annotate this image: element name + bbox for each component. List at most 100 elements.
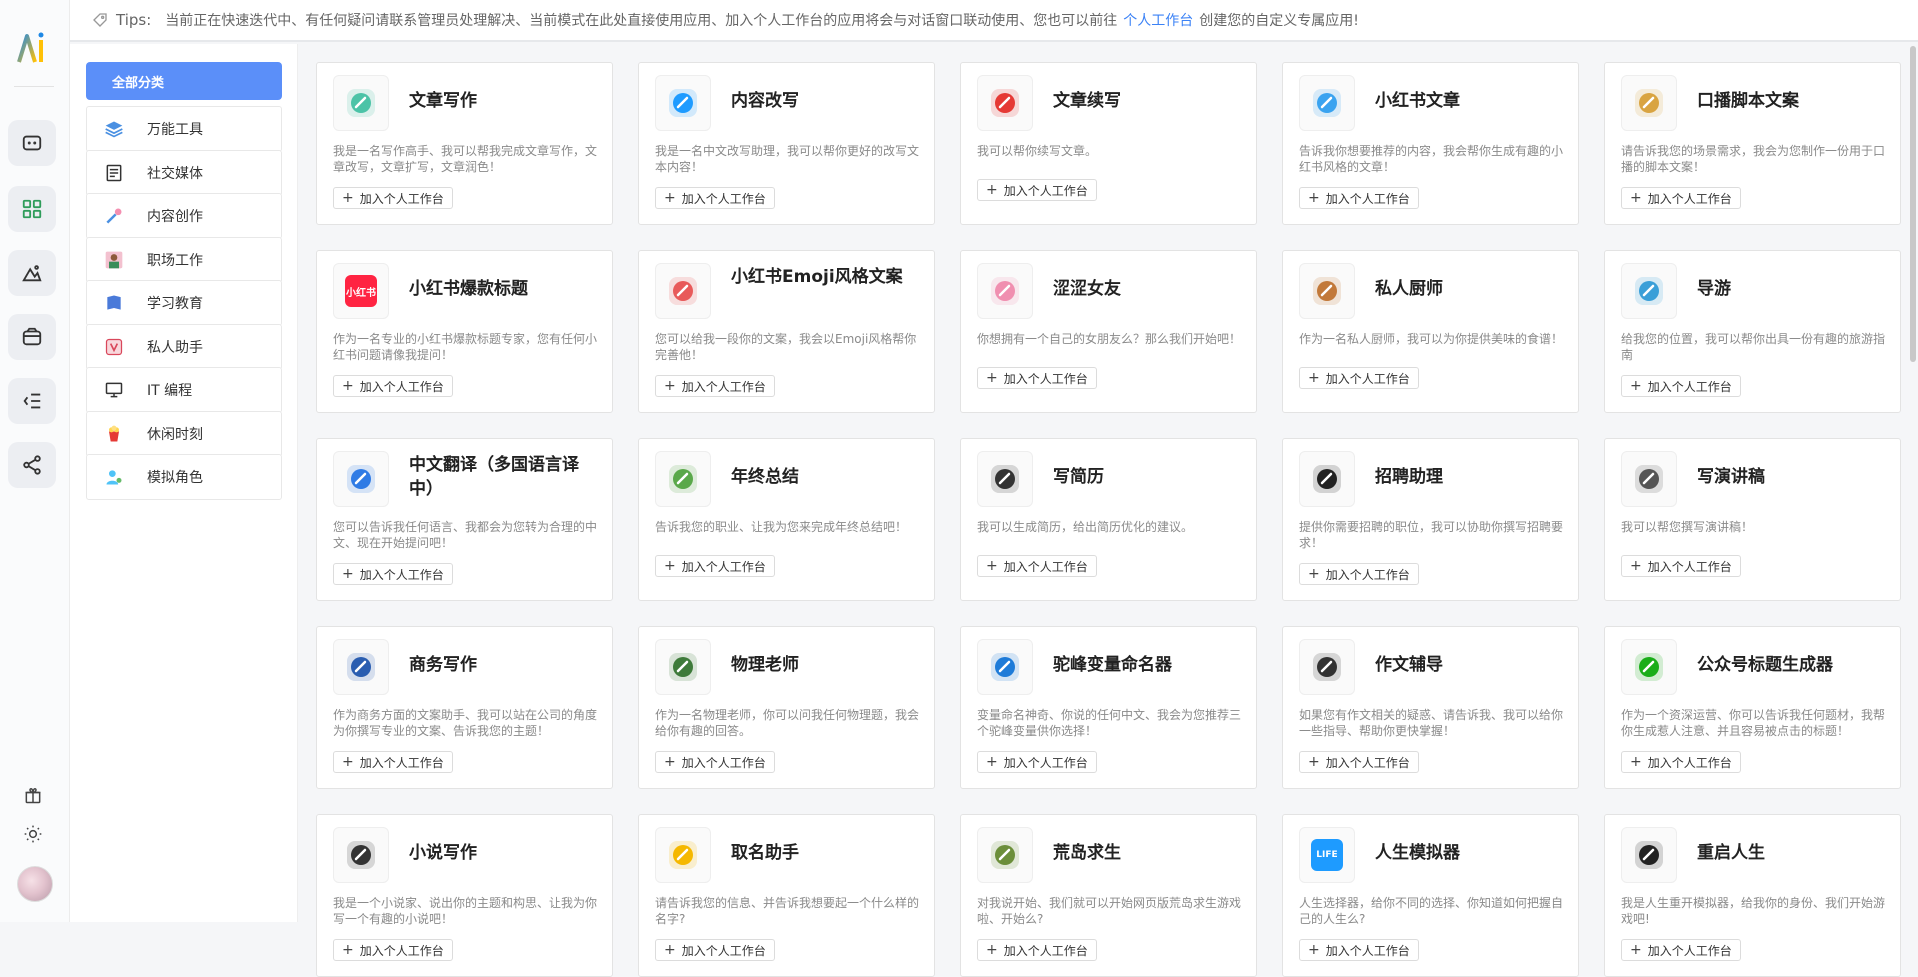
category-item[interactable]: 职场工作: [86, 236, 282, 283]
app-card[interactable]: 小红书Emoji风格文案 您可以给我一段你的文案，我会以Emoji风格帮你完善他！…: [638, 250, 935, 413]
ai-logo[interactable]: [16, 30, 52, 66]
app-card[interactable]: 私人厨师 作为一名私人厨师，我可以为你提供美味的食谱！ + 加入个人工作台: [1282, 250, 1579, 413]
add-to-workbench-button[interactable]: + 加入个人工作台: [333, 375, 453, 397]
category-all-button[interactable]: 全部分类: [86, 62, 282, 100]
app-card[interactable]: 文章续写 我可以帮你续写文章。 + 加入个人工作台: [960, 62, 1257, 225]
add-to-workbench-button[interactable]: + 加入个人工作台: [977, 939, 1097, 961]
category-item[interactable]: IT 编程: [86, 367, 282, 413]
theme-toggle-button[interactable]: [22, 823, 44, 845]
scrollbar[interactable]: [1910, 46, 1916, 362]
category-item[interactable]: 私人助手: [86, 323, 282, 370]
add-to-workbench-button[interactable]: + 加入个人工作台: [1299, 367, 1419, 389]
app-card[interactable]: 重启人生 我是人生重开模拟器，给我你的身份、我们开始游戏吧! + 加入个人工作台: [1604, 814, 1901, 977]
app-card[interactable]: 导游给我您的位置，我可以帮你出具一份有趣的旅游指南 + 加入个人工作台: [1604, 250, 1901, 413]
category-item[interactable]: 社交媒体: [86, 149, 282, 196]
app-title: 小红书爆款标题: [409, 279, 528, 299]
add-label: 加入个人工作台: [1003, 755, 1088, 770]
book-icon: [103, 292, 125, 314]
app-card[interactable]: 作文辅导 如果您有作文相关的疑惑、请告诉我、我可以给你一些指导、帮助你更快掌握！ +…: [1282, 626, 1579, 789]
girl-avatar-icon: [655, 263, 711, 319]
app-description: 作为商务方面的文案助手、我可以站在公司的角度为你撰写专业的文案、告诉我您的主题！: [333, 708, 598, 738]
add-to-workbench-button[interactable]: + 加入个人工作台: [333, 751, 453, 773]
summary-icon: [655, 451, 711, 507]
naming-icon: [655, 827, 711, 883]
app-card[interactable]: 口播脚本文案 请告诉我您的场景需求，我会为您制作一份用于口播的脚本文案！ + 加入个人…: [1604, 62, 1901, 225]
app-card[interactable]: 招聘助理 提供你需要招聘的职位，我可以协助你撰写招聘要求！ + 加入个人工作台: [1282, 438, 1579, 601]
add-to-workbench-button[interactable]: + 加入个人工作台: [1621, 751, 1741, 773]
add-to-workbench-button[interactable]: + 加入个人工作台: [1621, 187, 1741, 209]
add-to-workbench-button[interactable]: + 加入个人工作台: [333, 187, 453, 209]
app-card[interactable]: 物理老师 作为一名物理老师，你可以问我任何物理题，我会给你有趣的回答。 + 加入个人工…: [638, 626, 935, 789]
menu-nav-button[interactable]: [8, 378, 56, 424]
add-label: 加入个人工作台: [1003, 943, 1088, 958]
gift-button[interactable]: [22, 784, 44, 806]
add-to-workbench-button[interactable]: + 加入个人工作台: [1621, 939, 1741, 961]
add-to-workbench-button[interactable]: + 加入个人工作台: [977, 367, 1097, 389]
add-to-workbench-button[interactable]: + 加入个人工作台: [1299, 939, 1419, 961]
app-card[interactable]: 写演讲稿 我可以帮您撰写演讲稿！ + 加入个人工作台: [1604, 438, 1901, 601]
category-item[interactable]: 万能工具: [86, 106, 282, 152]
wallet-nav-button[interactable]: [8, 314, 56, 360]
plant-icon: [655, 639, 711, 695]
app-description: 作为一名物理老师，你可以问我任何物理题，我会给你有趣的回答。: [655, 708, 920, 738]
image-nav-button[interactable]: [8, 250, 56, 296]
category-item[interactable]: 模拟角色: [86, 454, 282, 500]
category-item[interactable]: 学习教育: [86, 280, 282, 326]
app-description: 我是一个小说家、说出你的主题和构思、让我为你写一个有趣的小说吧！: [333, 896, 598, 926]
app-card[interactable]: 小说写作 我是一个小说家、说出你的主题和构思、让我为你写一个有趣的小说吧！ + 加入个…: [316, 814, 613, 977]
app-card[interactable]: 荒岛求生 对我说开始、我们就可以开始网页版荒岛求生游戏啦、开始么? + 加入个人工作台: [960, 814, 1257, 977]
add-to-workbench-button[interactable]: + 加入个人工作台: [1299, 751, 1419, 773]
add-to-workbench-button[interactable]: + 加入个人工作台: [333, 939, 453, 961]
plus-icon: +: [664, 190, 676, 206]
xiaohongshu-icon: 小红书: [333, 263, 389, 319]
share-nav-button[interactable]: [8, 442, 56, 488]
app-card[interactable]: 小红书文章 告诉我你想要推荐的内容，我会帮你生成有趣的小红书风格的文章！ + 加入个人…: [1282, 62, 1579, 225]
add-to-workbench-button[interactable]: + 加入个人工作台: [1299, 187, 1419, 209]
add-to-workbench-button[interactable]: + 加入个人工作台: [977, 555, 1097, 577]
add-to-workbench-button[interactable]: + 加入个人工作台: [1299, 563, 1419, 585]
add-to-workbench-button[interactable]: + 加入个人工作台: [655, 939, 775, 961]
app-card[interactable]: 内容改写 我是一名中文改写助理，我可以帮你更好的改写文本内容！ + 加入个人工作台: [638, 62, 935, 225]
add-to-workbench-button[interactable]: + 加入个人工作台: [655, 375, 775, 397]
app-card[interactable]: 中文翻译（多国语言译中） 您可以告诉我任何语言、我都会为您转为合理的中文、现在开始…: [316, 438, 613, 601]
app-card[interactable]: 商务写作 作为商务方面的文案助手、我可以站在公司的角度为你撰写专业的文案、告诉我您…: [316, 626, 613, 789]
app-card[interactable]: 涩涩女友 你想拥有一个自己的女朋友么？那么我们开始吧！ + 加入个人工作台: [960, 250, 1257, 413]
apps-nav-button[interactable]: [8, 186, 56, 232]
app-card[interactable]: 小红书 小红书爆款标题 作为一名专业的小红书爆款标题专家，您有任何小红书问题请像我提…: [316, 250, 613, 413]
app-card[interactable]: 驼峰变量命名器 变量命名神奇、你说的任何中文、我会为您推荐三个驼峰变量供你选择！ +…: [960, 626, 1257, 789]
app-description: 告诉我您的职业、让我为您来完成年终总结吧！: [655, 520, 908, 534]
app-title: 导游: [1697, 279, 1731, 299]
category-item[interactable]: 内容创作: [86, 193, 282, 239]
app-card[interactable]: LIFE 人生模拟器 人生选择器，给你不同的选择、你知道如何把握自己的人生么? + 加入…: [1282, 814, 1579, 977]
add-label: 加入个人工作台: [359, 379, 444, 394]
chat-nav-button[interactable]: [8, 120, 56, 166]
app-description: 给我您的位置，我可以帮你出具一份有趣的旅游指南: [1621, 332, 1886, 362]
personal-workbench-link[interactable]: 个人工作台: [1123, 10, 1193, 30]
app-title: 涩涩女友: [1053, 279, 1121, 299]
add-label: 加入个人工作台: [1647, 379, 1732, 394]
add-to-workbench-button[interactable]: + 加入个人工作台: [977, 179, 1097, 201]
user-avatar[interactable]: [17, 866, 53, 902]
add-to-workbench-button[interactable]: + 加入个人工作台: [1621, 555, 1741, 577]
add-to-workbench-button[interactable]: + 加入个人工作台: [655, 555, 775, 577]
app-description: 请告诉我您的信息、并告诉我想要起一个什么样的名字?: [655, 896, 920, 926]
app-card[interactable]: 取名助手请告诉我您的信息、并告诉我想要起一个什么样的名字? + 加入个人工作台: [638, 814, 935, 977]
add-to-workbench-button[interactable]: + 加入个人工作台: [333, 563, 453, 585]
app-card[interactable]: 公众号标题生成器 作为一个资深运营、你可以告诉我任何题材，我帮你生成惹人注意、并且…: [1604, 626, 1901, 789]
add-label: 加入个人工作台: [681, 943, 766, 958]
plus-icon: +: [986, 754, 998, 770]
app-card[interactable]: 文章写作 我是一名写作高手、我可以帮我完成文章写作，文章改写，文章扩写，文章润色！…: [316, 62, 613, 225]
app-title: 取名助手: [731, 843, 799, 863]
add-to-workbench-button[interactable]: + 加入个人工作台: [977, 751, 1097, 773]
add-label: 加入个人工作台: [359, 567, 444, 582]
app-card[interactable]: 写简历 我可以生成简历，给出简历优化的建议。 + 加入个人工作台: [960, 438, 1257, 601]
add-to-workbench-button[interactable]: + 加入个人工作台: [655, 751, 775, 773]
app-card[interactable]: 年终总结 告诉我您的职业、让我为您来完成年终总结吧！ + 加入个人工作台: [638, 438, 935, 601]
add-to-workbench-button[interactable]: + 加入个人工作台: [1621, 375, 1741, 397]
tips-text: 当前正在快速迭代中、有任何疑问请联系管理员处理解决、当前模式在此处直接使用应用、…: [165, 13, 1118, 29]
category-label: 万能工具: [147, 122, 203, 138]
add-to-workbench-button[interactable]: + 加入个人工作台: [655, 187, 775, 209]
app-title: 人生模拟器: [1375, 843, 1460, 863]
app-description: 我是人生重开模拟器，给我你的身份、我们开始游戏吧!: [1621, 896, 1886, 926]
category-item[interactable]: 休闲时刻: [86, 410, 282, 457]
